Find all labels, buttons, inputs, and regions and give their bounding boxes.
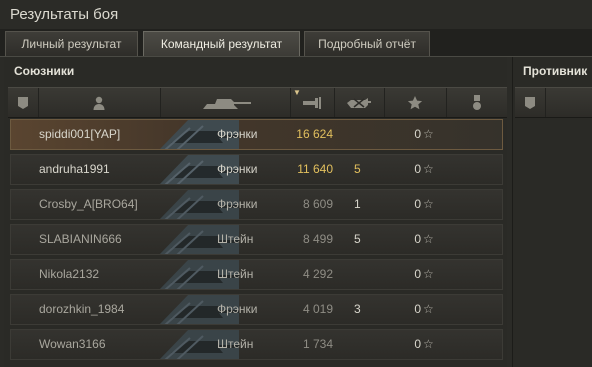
allies-panel: Союзники ▼ spiddi001[YAP] Фрэнки 16 624 … — [4, 57, 507, 367]
tab-bar: Личный результат Командный результат Под… — [0, 29, 592, 57]
allies-column-header: ▼ — [8, 87, 507, 118]
vehicle-name: Штейн — [217, 267, 254, 281]
vehicle-name: Штейн — [217, 337, 254, 351]
star-icon: ☆ — [423, 162, 434, 176]
vehicle-name: Фрэнки — [217, 127, 258, 141]
window-title: Результаты боя — [10, 6, 119, 23]
player-column[interactable] — [38, 88, 161, 117]
allies-title: Союзники — [14, 64, 75, 78]
star-icon: ☆ — [423, 127, 434, 141]
medal-icon — [472, 94, 481, 110]
damage-value: 4 292 — [302, 267, 333, 281]
star-icon: ☆ — [423, 197, 434, 211]
squad-column[interactable] — [8, 88, 39, 117]
kills-value: 3 — [354, 302, 361, 316]
player-name: Crosby_A[BRO64] — [39, 197, 138, 211]
player-name: dorozhkin_1984 — [39, 302, 125, 316]
kills-value: 5 — [354, 162, 361, 176]
tab-personal-result[interactable]: Личный результат — [5, 31, 138, 56]
player-name: SLABIANIN666 — [39, 232, 122, 246]
damage-column[interactable]: ▼ — [290, 88, 335, 117]
player-name: Nikola2132 — [39, 267, 100, 281]
tank-icon — [203, 98, 251, 109]
damage-value: 1 734 — [302, 337, 333, 351]
vehicle-name: Фрэнки — [217, 162, 258, 176]
kills-column[interactable] — [334, 88, 385, 117]
xp-value: 0 — [414, 267, 421, 281]
vehicle-name: Фрэнки — [217, 197, 258, 211]
player-row[interactable]: spiddi001[YAP] Фрэнки 16 624 0 ☆ — [10, 119, 503, 150]
player-row[interactable]: Wowan3166 Штейн 1 734 0 ☆ — [10, 329, 503, 360]
player-icon — [93, 96, 105, 110]
damage-value: 8 499 — [302, 232, 333, 246]
damage-value: 11 640 — [297, 162, 333, 176]
xp-value: 0 — [414, 197, 421, 211]
star-icon: ☆ — [423, 337, 434, 351]
star-icon: ☆ — [423, 232, 434, 246]
allies-player-list: spiddi001[YAP] Фрэнки 16 624 0 ☆ andruha… — [10, 119, 503, 364]
xp-value: 0 — [414, 337, 421, 351]
player-name: spiddi001[YAP] — [39, 127, 121, 141]
vehicle-name: Штейн — [217, 232, 254, 246]
player-row[interactable]: Nikola2132 Штейн 4 292 0 ☆ — [10, 259, 503, 290]
tab-detailed-report[interactable]: Подробный отчёт — [304, 31, 430, 56]
vehicle-column[interactable] — [160, 88, 291, 117]
kills-value: 5 — [354, 232, 361, 246]
kills-value: 1 — [354, 197, 361, 211]
squad-icon — [525, 96, 535, 109]
squad-icon — [18, 96, 28, 109]
xp-column[interactable] — [384, 88, 447, 117]
damage-icon — [303, 96, 321, 109]
xp-value: 0 — [414, 302, 421, 316]
player-name: andruha1991 — [39, 162, 110, 176]
squad-column[interactable] — [515, 88, 546, 117]
xp-value: 0 — [414, 162, 421, 176]
player-name: Wowan3166 — [39, 337, 106, 351]
enemies-panel: Противник — [512, 57, 592, 367]
xp-value: 0 — [414, 127, 421, 141]
star-icon: ☆ — [423, 302, 434, 316]
star-icon: ☆ — [423, 267, 434, 281]
damage-value: 4 019 — [302, 302, 333, 316]
damage-value: 8 609 — [302, 197, 333, 211]
player-row[interactable]: SLABIANIN666 Штейн 8 499 5 0 ☆ — [10, 224, 503, 255]
player-row[interactable]: Crosby_A[BRO64] Фрэнки 8 609 1 0 ☆ — [10, 189, 503, 220]
kills-icon — [347, 97, 371, 108]
medal-column[interactable] — [446, 88, 507, 117]
xp-value: 0 — [414, 232, 421, 246]
enemies-column-header — [515, 87, 592, 118]
enemies-title: Противник — [523, 64, 588, 78]
sort-arrow-icon: ▼ — [293, 88, 301, 97]
player-row[interactable]: andruha1991 Фрэнки 11 640 5 0 ☆ — [10, 154, 503, 185]
player-row[interactable]: dorozhkin_1984 Фрэнки 4 019 3 0 ☆ — [10, 294, 503, 325]
star-icon — [407, 95, 423, 109]
vehicle-name: Фрэнки — [217, 302, 258, 316]
damage-value: 16 624 — [296, 127, 333, 141]
tab-team-result[interactable]: Командный результат — [143, 31, 300, 56]
